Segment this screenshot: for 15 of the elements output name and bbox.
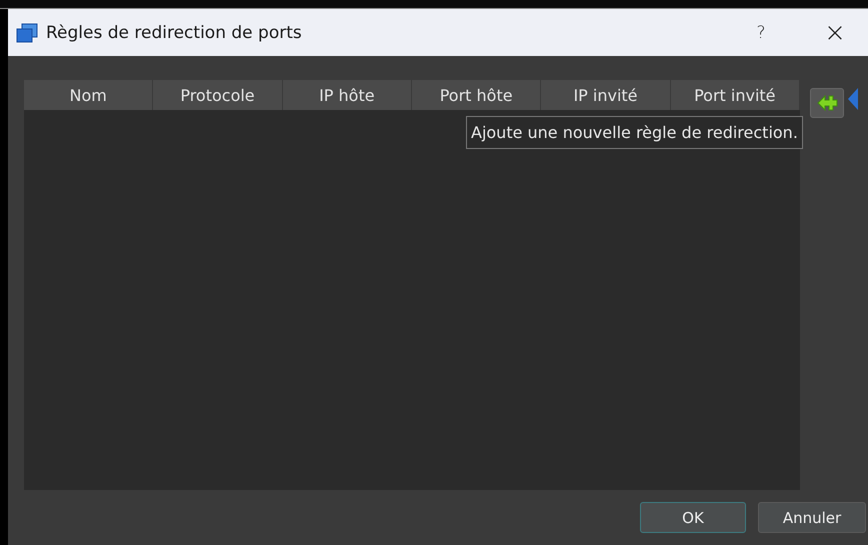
dialog-button[interactable]: Annuler <box>758 502 866 533</box>
column-header[interactable]: Nom <box>24 80 154 110</box>
column-header[interactable]: IP hôte <box>282 80 412 110</box>
column-header[interactable]: IP invité <box>541 80 671 110</box>
close-button[interactable]: × <box>802 9 868 56</box>
add-rule-button[interactable] <box>810 88 844 118</box>
windows-icon <box>16 22 38 42</box>
column-header[interactable]: Port hôte <box>412 80 542 110</box>
tooltip: Ajoute une nouvelle règle de redirection. <box>466 116 803 149</box>
column-header[interactable]: Protocole <box>153 80 283 110</box>
column-header[interactable]: Port invité <box>670 80 800 110</box>
help-button[interactable]: ? <box>728 9 794 56</box>
dialog-button[interactable]: OK <box>640 502 746 533</box>
plus-arrow-icon <box>815 92 839 114</box>
window-title: Règles de redirection de ports <box>46 22 303 42</box>
